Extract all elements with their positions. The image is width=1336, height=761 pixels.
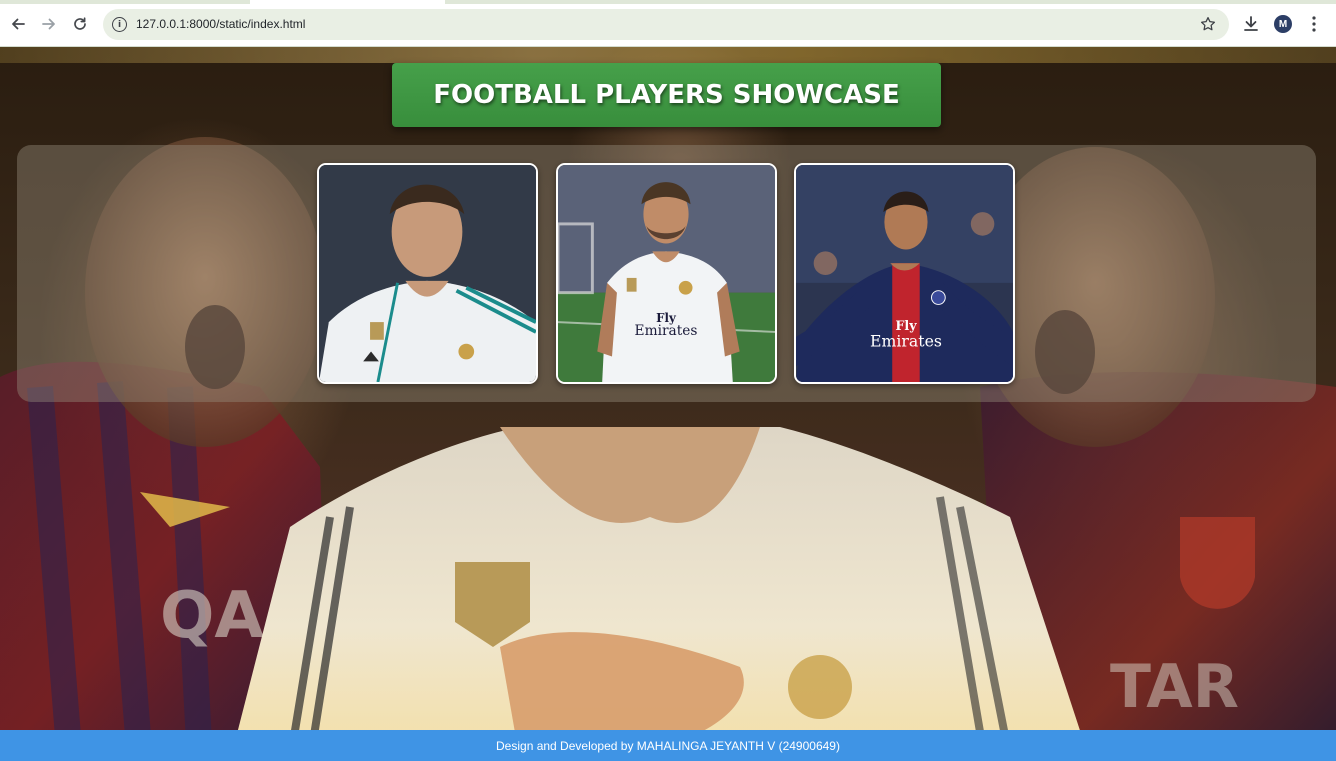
tab-strip	[0, 0, 1336, 4]
star-icon[interactable]	[1199, 15, 1217, 33]
svg-text:TAR: TAR	[1110, 652, 1239, 722]
profile-avatar[interactable]: M	[1274, 15, 1292, 33]
ronaldo-photo	[319, 165, 536, 382]
svg-text:QA: QA	[160, 579, 264, 653]
reload-icon[interactable]	[69, 13, 91, 35]
player-card-messi[interactable]: Fly Emirates	[556, 163, 777, 384]
back-icon[interactable]	[7, 13, 29, 35]
player-card-ronaldo[interactable]	[317, 163, 538, 384]
download-icon[interactable]	[1241, 14, 1261, 34]
page-footer: Design and Developed by MAHALINGA JEYANT…	[0, 730, 1336, 761]
page-viewport: QA TAR FOOTBALL PLAYERS SHOWCASE Fly Emi…	[0, 47, 1336, 761]
address-bar[interactable]: i 127.0.0.1:8000/static/index.html	[103, 9, 1229, 40]
address-url[interactable]: 127.0.0.1:8000/static/index.html	[136, 17, 305, 31]
page-title-banner: FOOTBALL PLAYERS SHOWCASE	[392, 63, 941, 127]
neymar-photo: Fly Emirates	[796, 165, 1013, 382]
messi-photo: Fly Emirates	[558, 165, 775, 382]
page-title: FOOTBALL PLAYERS SHOWCASE	[433, 80, 900, 110]
svg-text:Emirates: Emirates	[635, 323, 698, 339]
footer-credit: Design and Developed by MAHALINGA JEYANT…	[496, 738, 840, 753]
player-card-neymar[interactable]: Fly Emirates	[794, 163, 1015, 384]
svg-text:Emirates: Emirates	[870, 332, 942, 351]
more-menu-icon[interactable]	[1304, 14, 1324, 34]
active-tab[interactable]	[250, 0, 445, 4]
browser-toolbar: i 127.0.0.1:8000/static/index.html M	[0, 0, 1336, 47]
forward-icon[interactable]	[38, 13, 60, 35]
site-info-icon[interactable]: i	[112, 17, 127, 32]
players-gallery: Fly Emirates Fly Emirates	[17, 145, 1316, 402]
